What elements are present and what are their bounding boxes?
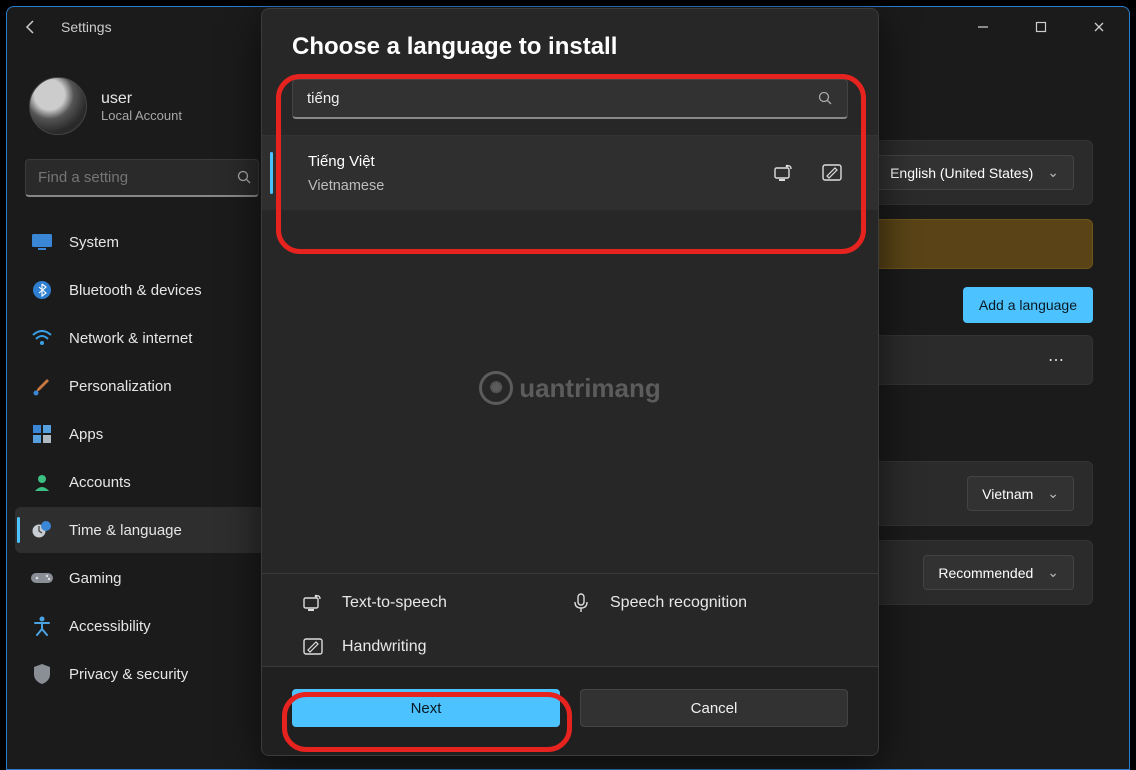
feature-tts: Text-to-speech (302, 592, 570, 614)
bluetooth-icon (31, 279, 53, 301)
wifi-icon (31, 327, 53, 349)
minimize-button[interactable] (965, 13, 1001, 41)
more-options-button[interactable]: ⋯ (1040, 350, 1074, 370)
accessibility-icon (31, 615, 53, 637)
language-search[interactable] (292, 79, 848, 119)
feature-label: Speech recognition (610, 594, 747, 612)
sidebar-search[interactable] (25, 159, 259, 197)
sidebar-item-network[interactable]: Network & internet (15, 315, 269, 361)
region-value: Vietnam (982, 486, 1033, 502)
sidebar-item-bluetooth[interactable]: Bluetooth & devices (15, 267, 269, 313)
sidebar-item-label: Bluetooth & devices (69, 282, 202, 299)
sidebar-item-apps[interactable]: Apps (15, 411, 269, 457)
language-native-name: Tiếng Việt (308, 153, 384, 170)
handwriting-icon (822, 164, 842, 182)
sidebar-item-privacy[interactable]: Privacy & security (15, 651, 269, 697)
chevron-down-icon: ⌄ (1047, 485, 1059, 502)
sidebar-item-accessibility[interactable]: Accessibility (15, 603, 269, 649)
sidebar-item-label: Accounts (69, 474, 131, 491)
sidebar-item-label: Accessibility (69, 618, 151, 635)
feature-handwriting: Handwriting (302, 636, 570, 658)
user-name: user (101, 90, 182, 108)
window-title: Settings (61, 19, 112, 35)
clock-globe-icon (31, 519, 53, 541)
text-to-speech-icon (774, 164, 794, 182)
next-button[interactable]: Next (292, 689, 560, 727)
regional-format-value: Recommended (938, 565, 1033, 581)
sidebar-item-accounts[interactable]: Accounts (15, 459, 269, 505)
sidebar-item-time-language[interactable]: Time & language (15, 507, 269, 553)
chevron-down-icon: ⌄ (1047, 164, 1059, 181)
add-language-button[interactable]: Add a language (963, 287, 1093, 323)
account-type: Local Account (101, 108, 182, 123)
chevron-down-icon: ⌄ (1047, 564, 1059, 581)
sidebar-item-label: Personalization (69, 378, 172, 395)
back-button[interactable] (19, 15, 43, 39)
sidebar-item-personalization[interactable]: Personalization (15, 363, 269, 409)
language-search-input[interactable] (307, 90, 818, 107)
search-icon (818, 91, 833, 106)
language-result-item[interactable]: Tiếng Việt Vietnamese (262, 136, 878, 210)
language-english-name: Vietnamese (308, 178, 384, 194)
handwriting-icon (302, 636, 324, 658)
sidebar-item-label: Time & language (69, 522, 182, 539)
sidebar-item-label: Gaming (69, 570, 122, 587)
maximize-button[interactable] (1023, 13, 1059, 41)
search-input[interactable] (38, 169, 237, 186)
avatar[interactable] (29, 77, 87, 135)
sidebar-item-system[interactable]: System (15, 219, 269, 265)
text-to-speech-icon (302, 592, 324, 614)
feature-label: Text-to-speech (342, 594, 447, 612)
close-button[interactable] (1081, 13, 1117, 41)
display-language-select[interactable]: English (United States) ⌄ (875, 155, 1074, 190)
gamepad-icon (31, 567, 53, 589)
sidebar-item-label: Privacy & security (69, 666, 188, 683)
feature-label: Handwriting (342, 638, 426, 656)
apps-icon (31, 423, 53, 445)
person-icon (31, 471, 53, 493)
sidebar-item-label: Apps (69, 426, 103, 443)
display-language-value: English (United States) (890, 165, 1033, 181)
brush-icon (31, 375, 53, 397)
install-language-dialog: Choose a language to install Tiếng Việt … (261, 8, 879, 756)
feature-speech: Speech recognition (570, 592, 838, 614)
regional-format-select[interactable]: Recommended ⌄ (923, 555, 1074, 590)
sidebar-item-gaming[interactable]: Gaming (15, 555, 269, 601)
sidebar-item-label: Network & internet (69, 330, 192, 347)
search-icon (237, 170, 252, 185)
region-select[interactable]: Vietnam ⌄ (967, 476, 1074, 511)
sidebar-item-label: System (69, 234, 119, 251)
shield-icon (31, 663, 53, 685)
cancel-button[interactable]: Cancel (580, 689, 848, 727)
monitor-icon (31, 231, 53, 253)
microphone-icon (570, 592, 592, 614)
dialog-title: Choose a language to install (262, 9, 878, 79)
